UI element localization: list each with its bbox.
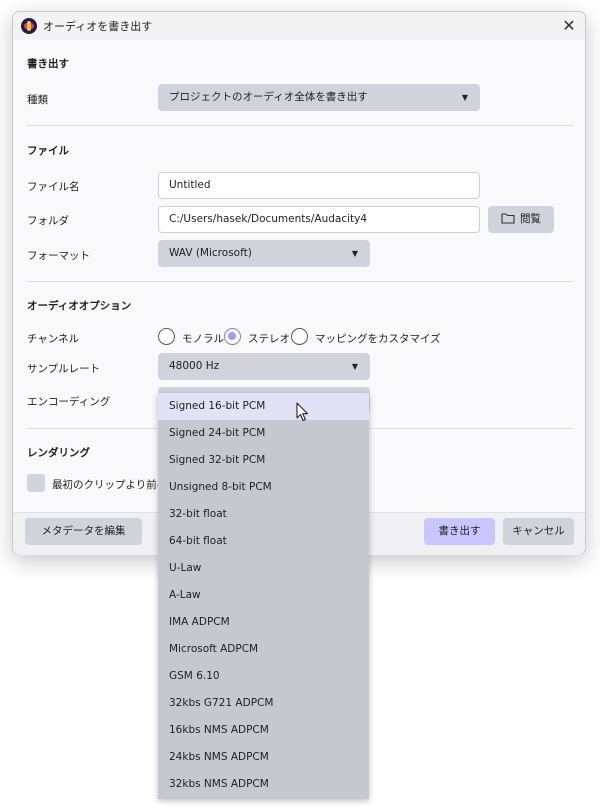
- export-section-header: 書き出す: [27, 58, 69, 70]
- sample-rate-value: 48000 Hz: [169, 360, 220, 372]
- encoding-option[interactable]: 64-bit float: [158, 528, 369, 555]
- browse-label: 閲覧: [520, 213, 541, 225]
- encoding-option[interactable]: Signed 24-bit PCM: [158, 420, 369, 447]
- encoding-option[interactable]: GSM 6.10: [158, 663, 369, 690]
- encoding-option[interactable]: 32-bit float: [158, 501, 369, 528]
- folder-path-input[interactable]: C:/Users/hasek/Documents/Audacity4: [158, 206, 480, 233]
- stereo-label: ステレオ: [248, 333, 290, 345]
- folder-label: フォルダ: [27, 215, 69, 227]
- channels-label: チャンネル: [27, 333, 80, 345]
- divider: [27, 125, 573, 126]
- type-label: 種類: [27, 94, 48, 106]
- encoding-option[interactable]: 32kbs G721 ADPCM: [158, 690, 369, 717]
- format-select[interactable]: WAV (Microsoft) ▼: [158, 240, 370, 267]
- window-title: オーディオを書き出す: [43, 20, 153, 33]
- encoding-option[interactable]: Unsigned 8-bit PCM: [158, 474, 369, 501]
- encoding-dropdown-list: Signed 16-bit PCM Signed 24-bit PCM Signed…: [158, 393, 369, 799]
- encoding-option[interactable]: 16kbs NMS ADPCM: [158, 717, 369, 744]
- format-label: フォーマット: [27, 250, 90, 262]
- export-type-value: プロジェクトのオーディオ全体を書き出す: [169, 91, 368, 103]
- sample-rate-select[interactable]: 48000 Hz ▼: [158, 353, 370, 380]
- encoding-option[interactable]: A-Law: [158, 582, 369, 609]
- skip-leading-silence-checkbox[interactable]: [27, 474, 45, 492]
- chevron-down-icon: ▼: [351, 362, 358, 371]
- close-icon[interactable]: ✕: [557, 14, 581, 38]
- export-type-select[interactable]: プロジェクトのオーディオ全体を書き出す ▼: [158, 84, 480, 111]
- file-name-input[interactable]: Untitled: [158, 172, 480, 199]
- chevron-down-icon: ▼: [351, 249, 358, 258]
- encoding-label: エンコーディング: [27, 396, 111, 408]
- encoding-option[interactable]: Microsoft ADPCM: [158, 636, 369, 663]
- edit-metadata-button[interactable]: メタデータを編集: [25, 518, 142, 545]
- audacity-logo-icon: [21, 18, 37, 34]
- divider: [27, 281, 573, 282]
- mono-label: モノラル: [182, 333, 224, 345]
- export-button[interactable]: 書き出す: [424, 518, 495, 545]
- browse-button[interactable]: 閲覧: [488, 206, 554, 233]
- folder-icon: [501, 213, 515, 224]
- mono-radio[interactable]: [158, 328, 175, 345]
- sample-rate-label: サンプルレート: [27, 363, 101, 375]
- audio-options-header: オーディオオプション: [27, 300, 132, 312]
- encoding-option[interactable]: Signed 32-bit PCM: [158, 447, 369, 474]
- encoding-option[interactable]: IMA ADPCM: [158, 609, 369, 636]
- encoding-option[interactable]: 24kbs NMS ADPCM: [158, 744, 369, 771]
- rendering-header: レンダリング: [27, 447, 90, 459]
- encoding-option[interactable]: Signed 16-bit PCM: [158, 393, 369, 420]
- cancel-button[interactable]: キャンセル: [503, 518, 574, 545]
- file-section-header: ファイル: [27, 145, 69, 157]
- stereo-radio[interactable]: [224, 328, 241, 345]
- title-bar: オーディオを書き出す ✕: [13, 12, 585, 40]
- encoding-option[interactable]: 32kbs NMS ADPCM: [158, 771, 369, 798]
- mouse-cursor-icon: [296, 402, 309, 422]
- format-value: WAV (Microsoft): [169, 247, 252, 259]
- file-name-label: ファイル名: [27, 181, 80, 193]
- custom-mapping-radio[interactable]: [291, 328, 308, 345]
- custom-mapping-label: マッピングをカスタマイズ: [315, 333, 441, 345]
- encoding-option[interactable]: U-Law: [158, 555, 369, 582]
- chevron-down-icon: ▼: [461, 93, 468, 102]
